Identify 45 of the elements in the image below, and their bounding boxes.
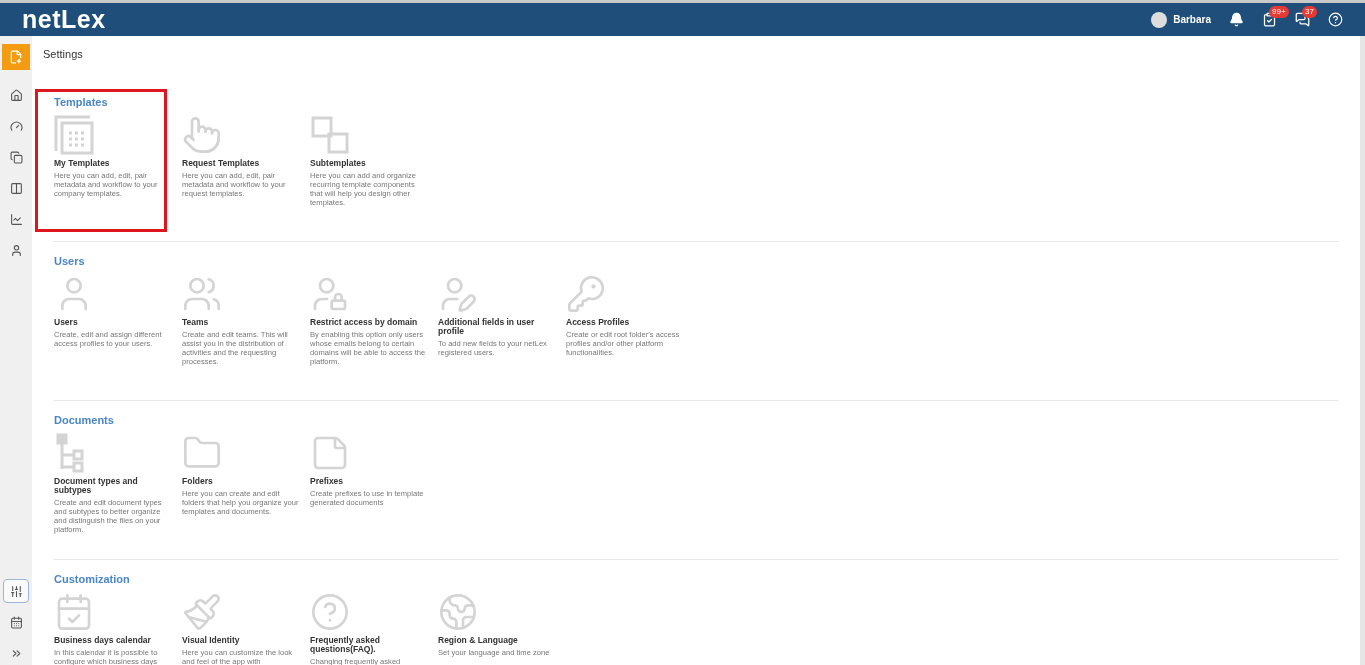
- section-title: Documents: [54, 414, 115, 426]
- setting-link[interactable]: Teams: [182, 318, 298, 327]
- setting-link[interactable]: Subtemplates: [310, 159, 426, 168]
- paintbrush-icon[interactable]: [182, 592, 222, 632]
- section-title: Users: [54, 255, 86, 267]
- section-title: Customization: [54, 573, 131, 585]
- globe-icon[interactable]: [438, 592, 478, 632]
- copy-icon: [9, 150, 23, 164]
- setting-link[interactable]: Restrict access by domain: [310, 318, 426, 327]
- section-title: Templates: [54, 96, 109, 108]
- page-title: Settings: [43, 48, 84, 60]
- setting-link[interactable]: Request Templates: [182, 159, 298, 168]
- sidebar-item[interactable]: [3, 579, 29, 603]
- sliders-icon: [9, 584, 23, 598]
- pointing-hand-icon[interactable]: [182, 115, 222, 155]
- board-icon: [9, 181, 23, 195]
- setting-link[interactable]: Additional fields in user profile: [438, 318, 554, 336]
- avatar[interactable]: [1151, 11, 1168, 28]
- setting-link[interactable]: Frequently asked questions(FAQ).: [310, 636, 426, 654]
- setting-link[interactable]: Visual Identity: [182, 636, 298, 645]
- file-plus-icon: [9, 50, 23, 64]
- setting-link[interactable]: Document types and subtypes: [54, 477, 170, 495]
- calendar-icon: [9, 615, 23, 629]
- setting-link[interactable]: Access Profiles: [566, 318, 682, 327]
- bell-icon[interactable]: [1229, 12, 1244, 27]
- count-badge: 99+: [1269, 6, 1289, 18]
- chart-icon: [9, 212, 23, 226]
- logo[interactable]: netLex: [22, 5, 106, 34]
- squares-icon[interactable]: [310, 115, 350, 155]
- setting-link[interactable]: Region & Language: [438, 636, 554, 645]
- setting-link[interactable]: Users: [54, 318, 170, 327]
- key-icon[interactable]: [566, 274, 606, 314]
- user-icon: [9, 243, 23, 257]
- setting-link[interactable]: Business days calendar: [54, 636, 170, 645]
- gauge-icon: [9, 119, 23, 133]
- help-icon[interactable]: [1328, 12, 1343, 27]
- setting-link[interactable]: My Templates: [54, 159, 170, 168]
- home-icon: [9, 88, 23, 102]
- new-document-button[interactable]: [2, 44, 30, 70]
- chat-icon[interactable]: [1295, 12, 1310, 27]
- setting-link[interactable]: Prefixes: [310, 477, 426, 486]
- template-icon[interactable]: [54, 115, 94, 155]
- count-badge: 37: [1302, 6, 1317, 18]
- setting-link[interactable]: Folders: [182, 477, 298, 486]
- user-name[interactable]: Barbara: [1173, 14, 1211, 25]
